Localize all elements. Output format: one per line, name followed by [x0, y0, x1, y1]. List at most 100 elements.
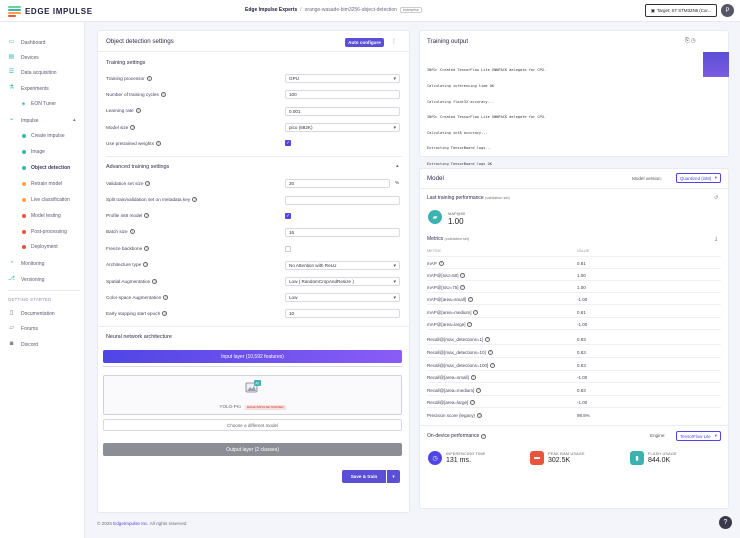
flask-icon: ⚗: [8, 85, 15, 91]
map50-label: MAP@50: [448, 211, 466, 216]
sidebar-item-discord[interactable]: ◙ Discord: [8, 341, 38, 348]
sidebar-item-monitoring[interactable]: ◔ Monitoring: [8, 260, 45, 267]
auto-configure-button[interactable]: Auto configure: [345, 38, 384, 47]
help-icon[interactable]: ?: [490, 362, 496, 368]
help-icon[interactable]: ?: [467, 321, 473, 327]
help-icon[interactable]: ?: [487, 349, 493, 355]
footer-copyright: © 2025: [97, 521, 112, 526]
training-cycles-input[interactable]: 100: [285, 90, 400, 99]
sidebar-item-forums[interactable]: ▱ Forums: [8, 325, 38, 332]
training-processor-select[interactable]: GPU: [285, 74, 400, 83]
sidebar-item-model-testing[interactable]: Model testing: [21, 213, 61, 219]
learning-rate-label: Learning rate?: [106, 108, 141, 113]
help-icon[interactable]: ?: [473, 309, 479, 315]
help-icon[interactable]: ?: [129, 229, 135, 234]
help-icon[interactable]: ?: [470, 374, 476, 380]
help-question-icon[interactable]: ?: [719, 516, 732, 529]
help-icon[interactable]: ?: [163, 295, 169, 300]
flash-usage-value: 844.0K: [648, 457, 671, 464]
sidebar-item-deployment[interactable]: Deployment: [21, 244, 58, 250]
help-icon[interactable]: ?: [146, 76, 152, 81]
sidebar-item-object-detection[interactable]: Object detection: [21, 165, 70, 171]
help-icon[interactable]: ?: [460, 284, 466, 290]
engine-select[interactable]: TensorFlow Lite ▾: [676, 431, 721, 441]
help-icon[interactable]: ?: [477, 413, 483, 418]
freeze-backbone-checkbox[interactable]: [285, 246, 291, 252]
sidebar-item-label: Dashboard: [21, 39, 46, 46]
help-icon[interactable]: ?: [145, 181, 151, 186]
help-icon[interactable]: ?: [470, 399, 476, 405]
sidebar-item-label: Versioning: [21, 276, 45, 283]
help-icon[interactable]: ?: [162, 311, 168, 316]
help-icon[interactable]: ?: [143, 262, 149, 267]
help-icon[interactable]: ?: [460, 272, 466, 278]
more-options-icon[interactable]: ⋮: [391, 38, 397, 45]
pretrained-weights-checkbox[interactable]: ✓: [285, 140, 291, 146]
model-version-select[interactable]: Quantized (int8) ▾: [676, 173, 721, 183]
help-icon[interactable]: ?: [144, 246, 150, 251]
copy-history-icons[interactable]: ⎘ ◷: [685, 38, 696, 45]
help-icon[interactable]: ?: [481, 433, 487, 439]
spatial-augmentation-select[interactable]: Low ( RandomCropAndResize ): [285, 277, 400, 286]
split-metadata-input[interactable]: [285, 196, 400, 205]
avatar[interactable]: P: [721, 4, 734, 17]
breadcrumb-project[interactable]: Edge Impulse Experts: [245, 7, 297, 13]
table-row: mAP@[area=medium]? 0.81: [427, 307, 721, 318]
sidebar-item-label: Monitoring: [21, 260, 45, 267]
choose-different-model-button[interactable]: Choose a different model: [103, 419, 402, 431]
help-icon[interactable]: ?: [476, 387, 482, 393]
brand-logo[interactable]: EDGE IMPULSE: [8, 6, 93, 17]
sidebar-item-image[interactable]: Image: [21, 149, 45, 155]
help-icon[interactable]: ?: [160, 92, 166, 97]
sidebar-item-retrain-model[interactable]: Retrain model: [21, 181, 62, 187]
help-icon[interactable]: ?: [438, 260, 444, 266]
profile-int8-checkbox[interactable]: ✓: [285, 213, 291, 219]
architecture-type-select[interactable]: No Attention with ReLU: [285, 261, 400, 270]
model-name: YOLO-Pro: [219, 404, 241, 409]
footer-company-link[interactable]: EdgeImpulse Inc.: [113, 521, 149, 526]
metric-name: Recall@[area=large]: [427, 399, 469, 405]
chart-icon: ▰: [428, 210, 442, 224]
help-icon[interactable]: ?: [135, 108, 141, 113]
sidebar-item-dashboard[interactable]: ▭ Dashboard: [8, 39, 46, 46]
log-line: Calculating int8 accuracy...: [427, 130, 488, 135]
model-size-label: Model size?: [106, 125, 136, 130]
sidebar-item-documentation[interactable]: ▯ Documentation: [8, 310, 55, 317]
help-icon[interactable]: ?: [485, 336, 491, 342]
sidebar-item-data-acquisition[interactable]: ☰ Data acquisition: [8, 69, 57, 76]
help-icon[interactable]: ?: [155, 141, 161, 146]
help-icon[interactable]: ?: [130, 125, 136, 130]
validation-size-input[interactable]: 20: [285, 179, 390, 188]
model-block[interactable]: AI YOLO-Pro EDGE IMPULSE TRAINED: [103, 375, 402, 415]
color-augmentation-select[interactable]: Low: [285, 293, 400, 302]
sidebar-item-eon-tuner[interactable]: ◈ EON Tuner: [21, 101, 56, 107]
help-icon[interactable]: ?: [192, 197, 198, 202]
learning-rate-input[interactable]: 0.001: [285, 107, 400, 116]
help-icon[interactable]: ?: [467, 296, 473, 302]
model-size-select[interactable]: pico (682K): [285, 123, 400, 132]
table-row: Recall@[max_detections=10]? 0.83: [427, 347, 721, 358]
save-train-button[interactable]: Save & train: [342, 470, 386, 483]
dot-icon: [21, 181, 26, 187]
sidebar-item-experiments[interactable]: ⚗ Experiments: [8, 85, 49, 92]
divider: [97, 326, 410, 327]
chevron-up-icon[interactable]: ▴: [73, 117, 76, 123]
sidebar-item-create-impulse[interactable]: Create impulse: [21, 133, 65, 139]
sidebar-item-live-classification[interactable]: Live classification: [21, 197, 70, 203]
sidebar-item-post-processing[interactable]: Post-processing: [21, 229, 67, 235]
history-icon[interactable]: ↺: [714, 195, 718, 201]
download-icon[interactable]: ⤓: [715, 236, 717, 242]
help-icon[interactable]: ?: [144, 213, 150, 218]
early-stopping-input[interactable]: 10: [285, 309, 400, 318]
sidebar-item-versioning[interactable]: ⎇ Versioning: [8, 276, 44, 283]
save-train-dropdown-button[interactable]: ▾: [387, 470, 400, 483]
sidebar-item-devices[interactable]: ▤ Devices: [8, 54, 39, 61]
sidebar-item-impulse[interactable]: ⌁ Impulse ▴: [8, 117, 76, 124]
batch-size-input[interactable]: 16: [285, 228, 400, 237]
card-title: Object detection settings: [106, 38, 174, 45]
collapse-chevron-icon[interactable]: ▴: [396, 163, 399, 169]
breadcrumb-deployment[interactable]: orange-wasade-bim3256-object-detection: [305, 7, 397, 13]
help-icon[interactable]: ?: [152, 279, 158, 284]
target-device-button[interactable]: ▣ Target: ST STM32N6 (Cor...: [645, 4, 717, 17]
impulse-icon: ⌁: [9, 117, 14, 123]
